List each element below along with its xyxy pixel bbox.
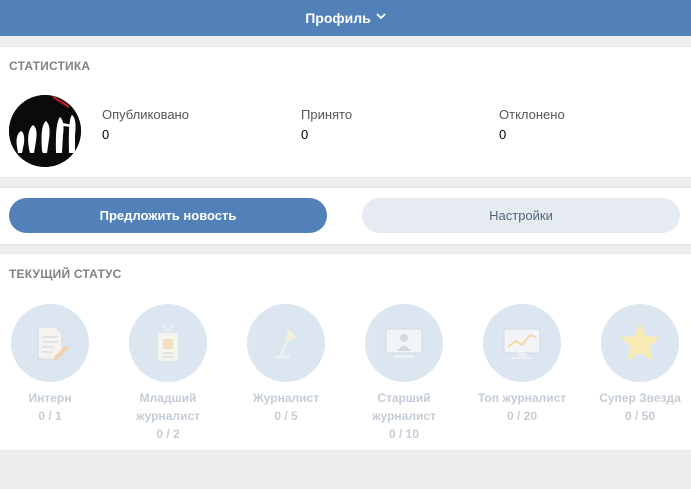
suggest-news-button[interactable]: Предложить новость [9, 198, 327, 233]
star-icon [601, 304, 679, 382]
stat-label: Отклонено [499, 107, 565, 122]
avatar [9, 95, 81, 167]
level-progress: 0 / 10 [388, 427, 420, 441]
level-journalist: Журналист 0 / 5 [236, 304, 336, 425]
stat-published: Опубликовано 0 [102, 107, 189, 142]
presenter-screen-icon [365, 304, 443, 382]
level-junior-journalist: Младший журналист 0 / 2 [118, 304, 218, 443]
statistics-title: СТАТИСТИКА [9, 59, 91, 73]
level-progress: 0 / 5 [274, 409, 298, 423]
chevron-down-icon[interactable] [376, 12, 386, 23]
level-senior-journalist: Старший журналист 0 / 10 [354, 304, 454, 443]
stat-label: Опубликовано [102, 107, 189, 122]
badge-icon [129, 304, 207, 382]
level-progress: 0 / 20 [506, 409, 538, 423]
stat-rejected: Отклонено 0 [499, 107, 565, 142]
stat-value: 0 [499, 127, 507, 142]
status-card: ТЕКУЩИЙ СТАТУС Интерн 0 / 1 Младший журн… [0, 253, 691, 451]
level-progress: 0 / 50 [624, 409, 656, 423]
level-name: Интерн [28, 391, 72, 405]
microphone-icon [247, 304, 325, 382]
level-name: Супер Звезда [599, 391, 681, 405]
level-name: Младший журналист [136, 391, 200, 423]
status-title: ТЕКУЩИЙ СТАТУС [9, 267, 122, 281]
stat-accepted: Принято 0 [301, 107, 352, 142]
page-title[interactable]: Профиль [305, 10, 371, 26]
level-name: Старший журналист [372, 391, 436, 423]
document-pen-icon [11, 304, 89, 382]
level-top-journalist: Топ журналист 0 / 20 [472, 304, 572, 425]
level-intern: Интерн 0 / 1 [0, 304, 100, 425]
stat-label: Принято [301, 107, 353, 122]
statistics-card: СТАТИСТИКА Опубликовано 0 Принято 0 Откл… [0, 46, 691, 178]
settings-button[interactable]: Настройки [362, 198, 680, 233]
level-name: Топ журналист [477, 391, 567, 405]
level-name: Журналист [252, 391, 320, 405]
stat-value: 0 [301, 127, 309, 142]
actions-card: Предложить новость Настройки [0, 187, 691, 245]
level-progress: 0 / 1 [38, 409, 62, 423]
level-super-star: Супер Звезда 0 / 50 [590, 304, 690, 425]
stat-value: 0 [102, 127, 110, 142]
monitor-chart-icon [483, 304, 561, 382]
level-progress: 0 / 2 [156, 427, 180, 441]
page-header[interactable]: Профиль [0, 0, 691, 36]
